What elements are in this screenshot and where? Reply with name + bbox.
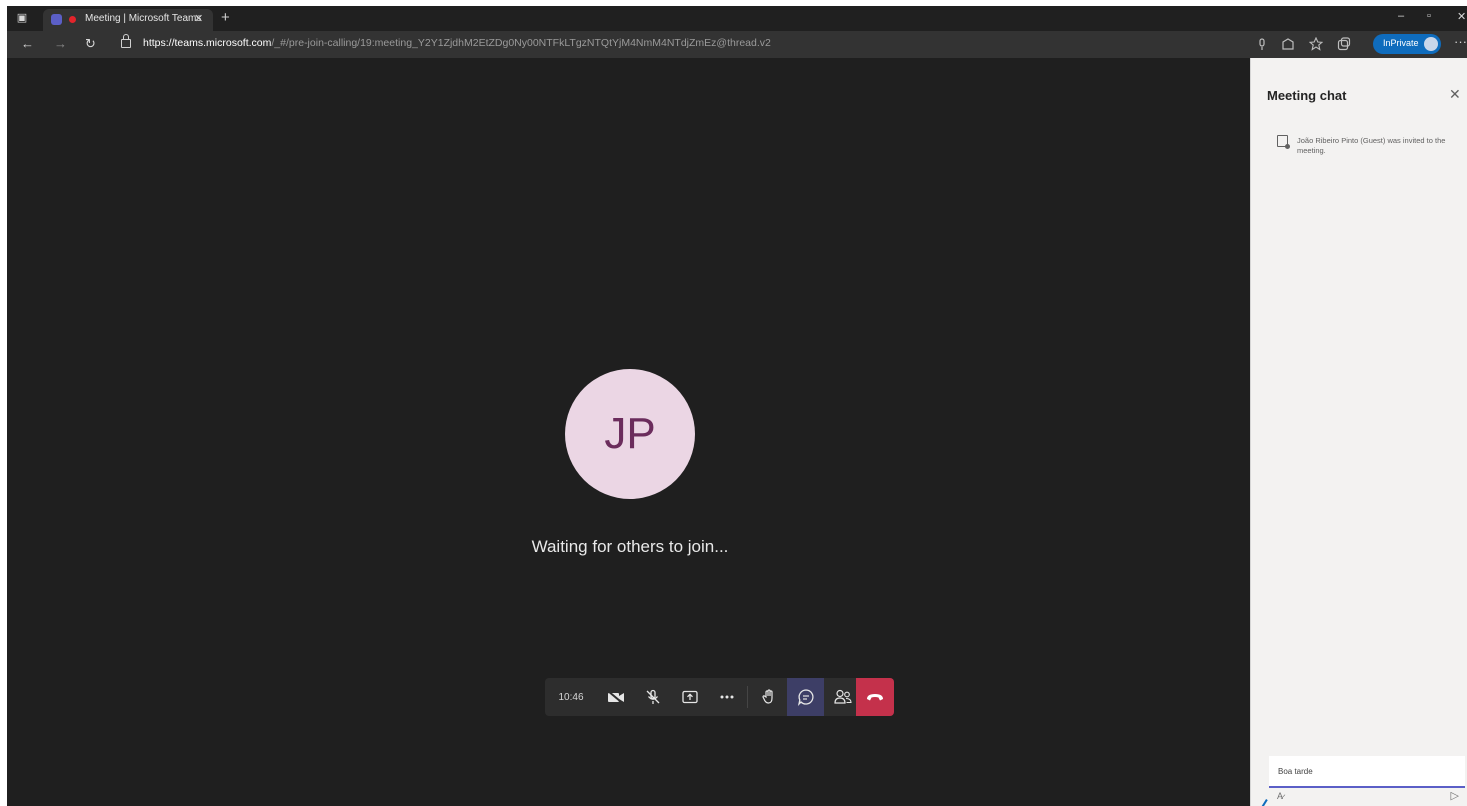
meeting-chat-panel: Meeting chat ✕ João Ribeiro Pinto (Guest…: [1250, 58, 1467, 806]
more-actions-button[interactable]: [708, 678, 745, 716]
microphone-muted-button[interactable]: [634, 678, 671, 716]
url-text: https://teams.microsoft.com/_#/pre-join-…: [143, 37, 771, 49]
window-close-icon[interactable]: ✕: [1457, 10, 1466, 23]
more-dots-icon: [720, 695, 733, 699]
chat-close-icon[interactable]: ✕: [1449, 86, 1461, 103]
camera-off-icon: [606, 690, 624, 704]
call-controls-bar: 10:46: [545, 678, 894, 716]
microphone-in-use-icon[interactable]: [1257, 38, 1267, 51]
format-icon[interactable]: A̷: [1277, 791, 1283, 801]
compose-input-text[interactable]: Boa tarde: [1278, 767, 1313, 776]
url-host: https://teams.microsoft.com: [143, 37, 272, 49]
favorites-icon[interactable]: [1309, 37, 1323, 51]
lock-icon[interactable]: [121, 34, 131, 48]
share-screen-button[interactable]: [671, 678, 708, 716]
browser-tab[interactable]: Meeting | Microsoft Teams ✕: [43, 9, 213, 31]
profile-avatar-icon: [1424, 37, 1438, 51]
chat-button[interactable]: [787, 678, 824, 716]
call-timer: 10:46: [549, 678, 593, 716]
hang-up-icon: [867, 694, 883, 701]
camera-off-button[interactable]: [597, 678, 634, 716]
meeting-stage: JP Waiting for others to join... 10:46: [7, 58, 1250, 806]
address-bar[interactable]: https://teams.microsoft.com/_#/pre-join-…: [113, 34, 1243, 54]
participant-avatar: JP: [565, 369, 695, 499]
call-duration: 10:46: [558, 691, 584, 703]
send-icon[interactable]: ▷: [1451, 789, 1459, 802]
mic-off-icon: [646, 689, 659, 704]
new-tab-icon[interactable]: +: [221, 9, 230, 27]
more-icon[interactable]: ···: [1454, 34, 1467, 50]
maximize-icon[interactable]: ▫: [1427, 10, 1431, 22]
system-message: João Ribeiro Pinto (Guest) was invited t…: [1297, 136, 1446, 155]
address-bar-row: ← → ↻ https://teams.microsoft.com/_#/pre…: [7, 31, 1467, 58]
toolbar-divider: [747, 686, 748, 708]
recording-indicator-icon: [69, 16, 76, 23]
url-path: /_#/pre-join-calling/19:meeting_Y2Y1Zjdh…: [271, 37, 771, 49]
tab-close-icon[interactable]: ✕: [194, 12, 203, 25]
collections-icon[interactable]: [1337, 37, 1351, 51]
leave-call-button[interactable]: [856, 678, 894, 716]
chat-bubble-icon: [797, 689, 814, 706]
tab-title: Meeting | Microsoft Teams: [85, 13, 202, 24]
browser-window: ▣ Meeting | Microsoft Teams ✕ + – ▫ ✕ ← …: [7, 6, 1467, 806]
invite-notification-icon: [1277, 135, 1290, 149]
minimize-icon[interactable]: –: [1398, 10, 1404, 22]
raise-hand-button[interactable]: [750, 678, 787, 716]
compose-toolbar: A̷ ▷: [1269, 789, 1465, 805]
read-aloud-icon[interactable]: [1281, 37, 1295, 51]
teams-favicon-icon: [51, 14, 62, 25]
back-icon[interactable]: ←: [21, 36, 34, 52]
people-icon: [833, 689, 852, 704]
inprivate-label: InPrivate: [1383, 38, 1419, 48]
tab-actions-icon[interactable]: ▣: [15, 11, 29, 25]
forward-icon[interactable]: →: [54, 36, 67, 52]
waiting-message: Waiting for others to join...: [531, 537, 729, 556]
compose-box[interactable]: Boa tarde: [1269, 756, 1465, 788]
raise-hand-icon: [761, 689, 773, 704]
inprivate-badge[interactable]: InPrivate: [1373, 34, 1441, 54]
chat-panel-title: Meeting chat: [1267, 88, 1347, 103]
ink-stroke: [1250, 799, 1268, 806]
tab-strip: ▣ Meeting | Microsoft Teams ✕ + – ▫ ✕: [7, 6, 1467, 31]
share-tray-icon: [681, 690, 698, 704]
refresh-icon[interactable]: ↻: [85, 36, 96, 52]
